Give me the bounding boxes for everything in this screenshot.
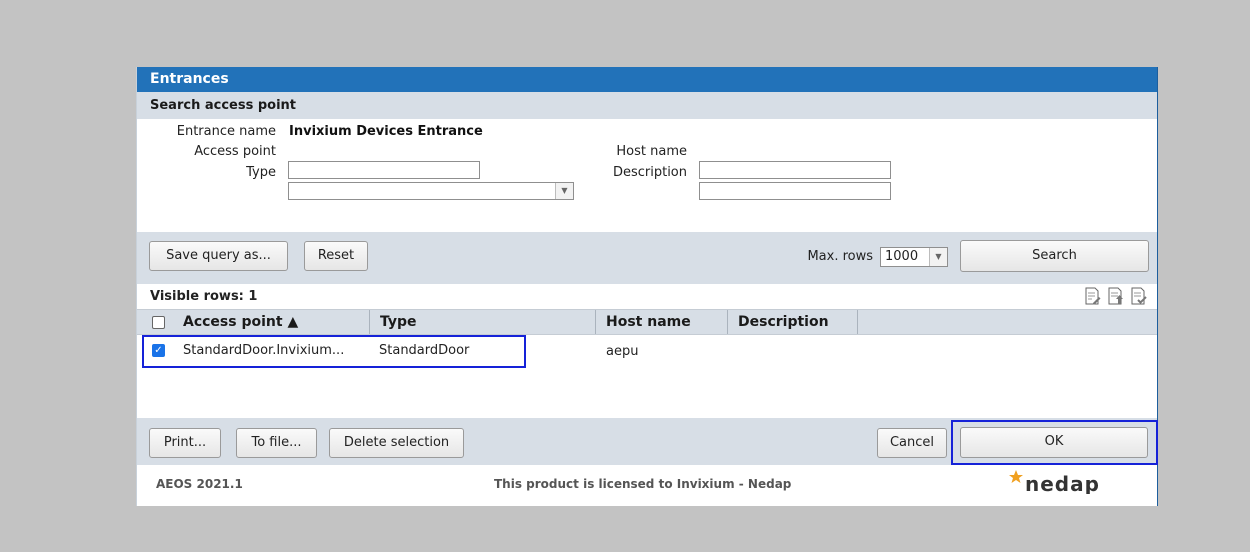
status-bar: AEOS 2021.1 This product is licensed to … [137,465,1157,501]
results-table: ✓ StandardDoor.Invixium... StandardDoor … [137,335,1157,418]
visible-rows-bar: Visible rows: 1 [137,284,1157,309]
column-header-type[interactable]: Type [380,314,417,330]
search-form: Entrance name Invixium Devices Entrance … [137,119,1157,232]
dialog-title: Entrances [137,67,1157,92]
table-header: Access point ▲ Type Host name Descriptio… [137,309,1157,335]
edit-document-icon[interactable] [1083,287,1101,309]
entrance-name-value: Invixium Devices Entrance [289,124,483,139]
check-document-icon[interactable] [1129,287,1147,309]
nedap-logo: nedap [1007,468,1149,496]
export-document-icon[interactable] [1106,287,1124,309]
to-file-button[interactable]: To file... [236,428,317,458]
entrance-name-label: Entrance name [176,124,276,139]
save-query-button[interactable]: Save query as... [149,241,288,271]
footer-toolbar: Print... To file... Delete selection Can… [137,418,1158,465]
cell-host-name: aepu [606,344,639,359]
max-rows-select[interactable]: 1000 ▼ [880,247,948,267]
license-text: This product is licensed to Invixium - N… [494,477,792,491]
cancel-button[interactable]: Cancel [877,428,947,458]
version-text: AEOS 2021.1 [156,477,243,491]
print-button[interactable]: Print... [149,428,221,458]
chevron-down-icon[interactable]: ▼ [555,183,573,199]
visible-rows-count: Visible rows: 1 [150,289,258,304]
section-title: Search access point [137,92,1157,119]
select-all-checkbox[interactable] [152,316,165,329]
type-label: Type [246,165,276,180]
chevron-down-icon[interactable]: ▼ [929,248,947,266]
access-point-input[interactable] [288,161,480,179]
column-header-host-name[interactable]: Host name [606,314,691,330]
column-header-access-point[interactable]: Access point ▲ [183,314,298,330]
max-rows-label: Max. rows [807,249,873,264]
host-name-input[interactable] [699,161,891,179]
row-highlight-box [142,335,526,368]
delete-selection-button[interactable]: Delete selection [329,428,464,458]
access-point-label: Access point [194,144,276,159]
reset-button[interactable]: Reset [304,241,368,271]
search-toolbar: Save query as... Reset Max. rows 1000 ▼ … [137,232,1157,284]
search-button[interactable]: Search [960,240,1149,272]
max-rows-value: 1000 [885,249,919,264]
ok-button[interactable]: OK [960,427,1148,458]
logo-text: nedap [1025,472,1100,494]
column-header-description[interactable]: Description [738,314,829,330]
description-input[interactable] [699,182,891,200]
entrances-dialog: Entrances Search access point Entrance n… [136,67,1158,506]
type-select[interactable]: ▼ [288,182,574,200]
description-label: Description [612,165,687,180]
host-name-label: Host name [616,144,687,159]
